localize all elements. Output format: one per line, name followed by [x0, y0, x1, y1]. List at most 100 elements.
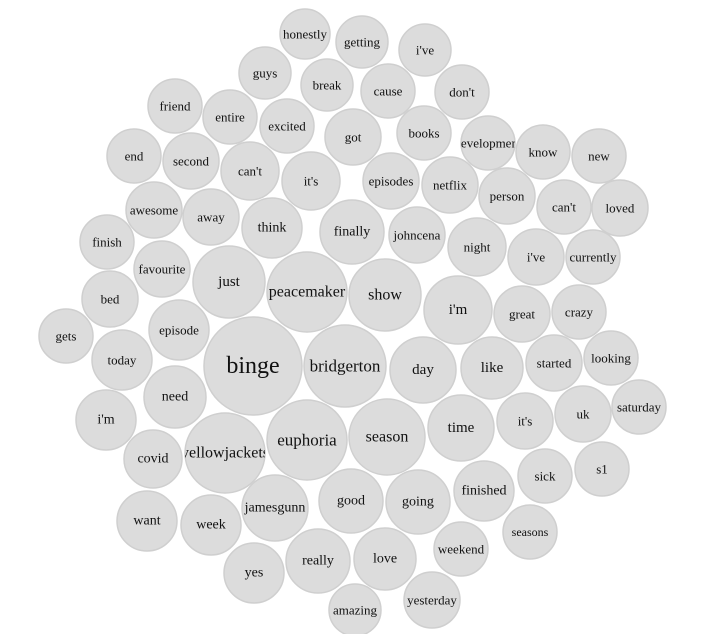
bubble-weekend: weekend	[433, 521, 489, 577]
bubble-i-m: i'm	[423, 275, 493, 345]
bubble-can-t: can't	[536, 179, 592, 235]
bubble-label-guys: guys	[253, 66, 278, 81]
bubble-it-s: it's	[281, 151, 341, 211]
bubble-night: night	[447, 217, 507, 277]
bubble-week: week	[180, 494, 242, 556]
bubble-going: going	[385, 469, 451, 535]
bubble-label-sick: sick	[535, 469, 556, 484]
bubble-label-jamesgunn: jamesgunn	[244, 501, 306, 516]
bubble-label-know: know	[529, 145, 559, 160]
bubble-good: good	[318, 468, 384, 534]
bubble-label-saturday: saturday	[617, 400, 662, 415]
bubble-label-can-t: can't	[238, 164, 262, 179]
bubble-yes: yes	[223, 542, 285, 604]
bubble-i-ve: i've	[398, 23, 452, 77]
bubble-label-night: night	[464, 240, 491, 255]
bubble-getting: getting	[335, 15, 389, 69]
bubble-label-development: development	[454, 136, 522, 151]
bubble-awesome: awesome	[125, 181, 183, 239]
bubble-label-second: second	[173, 154, 210, 169]
bubble-favourite: favourite	[133, 240, 191, 298]
bubble-just: just	[192, 245, 266, 319]
bubble-label-bridgerton: bridgerton	[310, 357, 381, 376]
bubble-label-need: need	[162, 390, 188, 405]
bubble-label-i-ve: i've	[527, 250, 545, 265]
bubble-like: like	[460, 336, 524, 400]
bubble-sick: sick	[517, 448, 573, 504]
bubble-label-amazing: amazing	[333, 603, 378, 618]
bubble-looking: looking	[583, 330, 639, 386]
bubble-label-break: break	[313, 78, 342, 93]
bubble-love: love	[353, 527, 417, 591]
bubble-label-new: new	[588, 149, 610, 164]
bubble-cause: cause	[360, 63, 416, 119]
bubble-label-gets: gets	[56, 329, 77, 344]
bubble-got: got	[324, 108, 382, 166]
bubble-label-excited: excited	[268, 119, 306, 134]
bubble-label-bed: bed	[101, 292, 120, 307]
bubble-label-away: away	[197, 210, 225, 225]
bubble-johncena: johncena	[388, 206, 446, 264]
bubble-friend: friend	[147, 78, 203, 134]
bubble-loved: loved	[591, 179, 649, 237]
bubble-away: away	[182, 188, 240, 246]
bubble-amazing: amazing	[328, 583, 382, 634]
bubble-uk: uk	[554, 385, 612, 443]
bubble-yesterday: yesterday	[403, 571, 461, 629]
bubble-label-peacemaker: peacemaker	[269, 284, 346, 301]
bubble-label-s1: s1	[596, 462, 608, 477]
bubble-show: show	[348, 258, 422, 332]
bubble-euphoria: euphoria	[266, 399, 348, 481]
bubble-label-show: show	[368, 287, 402, 304]
bubble-label-just: just	[217, 274, 241, 290]
bubble-episodes: episodes	[362, 152, 420, 210]
bubble-binge: binge	[203, 316, 303, 416]
bubble-time: time	[427, 394, 495, 462]
bubble-covid: covid	[123, 429, 183, 489]
bubble-peacemaker: peacemaker	[266, 251, 348, 333]
bubble-label-entire: entire	[215, 110, 245, 125]
bubble-crazy: crazy	[551, 284, 607, 340]
bubble-label-week: week	[196, 518, 226, 533]
bubble-great: great	[493, 285, 551, 343]
bubble-day: day	[389, 336, 457, 404]
bubble-label-currently: currently	[570, 250, 617, 265]
bubble-episode: episode	[148, 299, 210, 361]
bubble-label-yes: yes	[245, 566, 264, 581]
bubble-label-uk: uk	[577, 407, 591, 422]
bubble-finish: finish	[79, 214, 135, 270]
bubble-can-t: can't	[220, 141, 280, 201]
bubble-bridgerton: bridgerton	[303, 324, 387, 408]
bubble-label-time: time	[448, 420, 475, 436]
bubble-need: need	[143, 365, 207, 429]
bubble-label-going: going	[402, 495, 434, 510]
bubble-finally: finally	[319, 199, 385, 265]
bubble-label-looking: looking	[591, 351, 631, 366]
bubble-want: want	[116, 490, 178, 552]
bubble-label-it-s: it's	[304, 174, 319, 189]
bubble-i-m: i'm	[75, 389, 137, 451]
bubble-label-johncena: johncena	[393, 228, 441, 243]
bubble-label-think: think	[258, 221, 287, 236]
bubble-label-books: books	[408, 126, 439, 141]
bubble-label-like: like	[481, 360, 504, 376]
bubble-label-episodes: episodes	[369, 174, 414, 189]
bubble-label-i-m: i'm	[97, 413, 114, 428]
bubble-really: really	[285, 528, 351, 594]
bubble-label-binge: binge	[226, 353, 279, 379]
bubble-label-yellowjackets: yellowjackets	[181, 445, 269, 462]
bubble-it-s: it's	[496, 392, 554, 450]
bubble-label-today: today	[108, 353, 137, 368]
bubble-end: end	[106, 128, 162, 184]
bubble-label-finally: finally	[334, 225, 371, 240]
bubble-label-season: season	[366, 429, 409, 446]
bubble-label-euphoria: euphoria	[277, 431, 337, 450]
bubble-person: person	[478, 167, 536, 225]
bubble-new: new	[571, 128, 627, 184]
bubble-label-finish: finish	[92, 235, 122, 250]
bubble-books: books	[396, 105, 452, 161]
bubble-label-seasons: seasons	[512, 525, 549, 539]
bubble-label-yesterday: yesterday	[407, 593, 457, 608]
bubble-honestly: honestly	[279, 8, 331, 60]
bubble-season: season	[348, 398, 426, 476]
